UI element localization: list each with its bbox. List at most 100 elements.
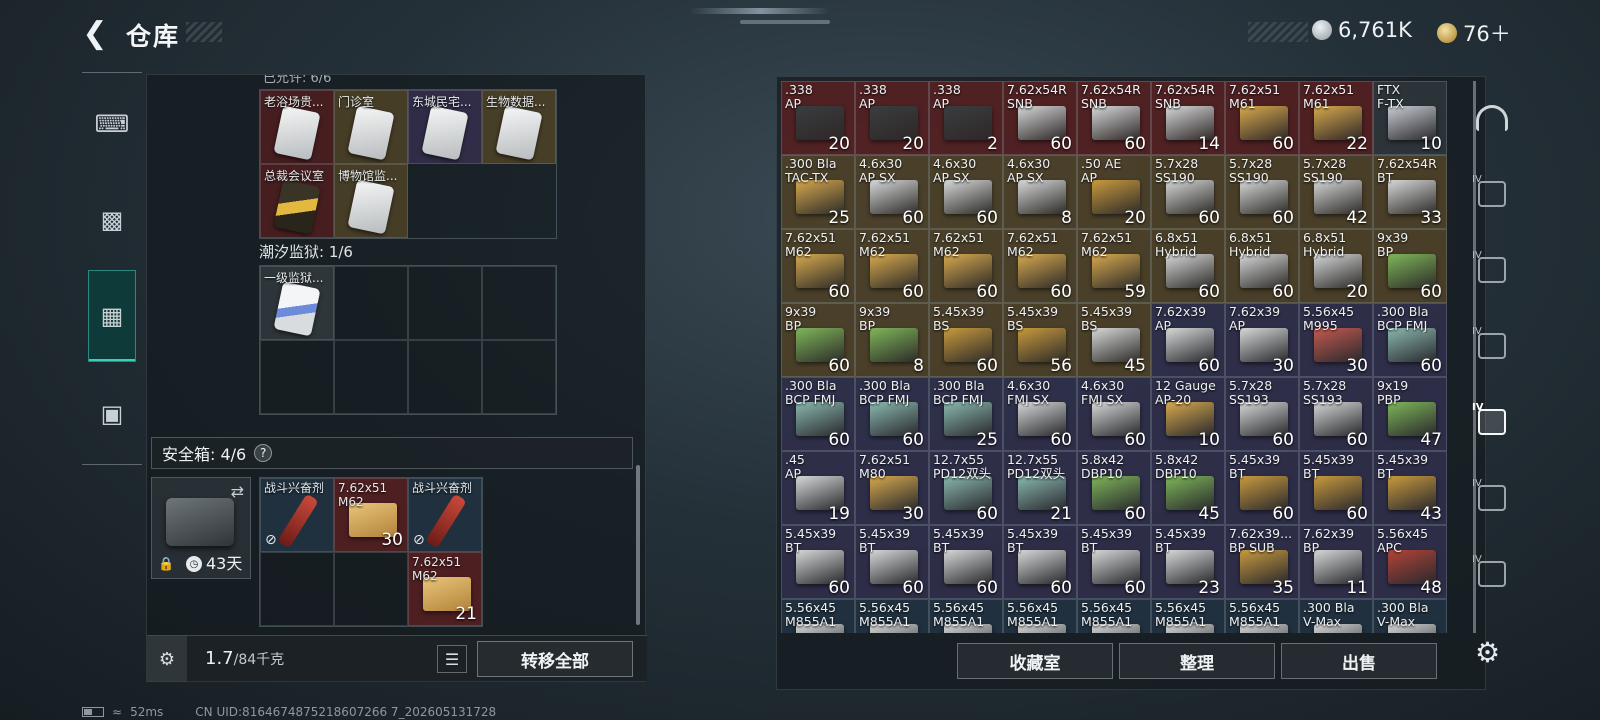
stash-item[interactable]: 4.6x30 FMJ SX 60 <box>1077 377 1151 451</box>
stash-item[interactable]: 5.7x28 SS193 60 <box>1225 377 1299 451</box>
stash-item[interactable]: 5.45x39 BS 60 <box>929 303 1003 377</box>
stash-item[interactable]: .338 AP 20 <box>781 81 855 155</box>
empty-slot[interactable] <box>334 266 408 340</box>
gold-currency[interactable]: 76＋ <box>1437 18 1511 48</box>
stash-item[interactable]: 6.8x51 Hybrid 60 <box>1151 229 1225 303</box>
stash-item[interactable]: 5.45x39 BT 60 <box>1003 525 1077 599</box>
stash-item[interactable]: 5.7x28 SS190 60 <box>1151 155 1225 229</box>
stash-item[interactable]: 5.56x45 M855A1 <box>1077 599 1151 633</box>
nav-briefcase-icon[interactable]: ▣ <box>88 390 136 438</box>
list-icon[interactable]: ☰ <box>437 645 467 673</box>
stash-item[interactable]: 7.62x51 M80 30 <box>855 451 929 525</box>
stash-item[interactable]: 4.6x30 AP SX 8 <box>1003 155 1077 229</box>
safe-item[interactable]: 7.62x51 M62 21 <box>408 552 482 626</box>
safe-box-item[interactable]: ⇄ 🔒 ◷ 43天 <box>151 477 251 579</box>
stash-item[interactable]: 7.62x39 AP 30 <box>1225 303 1299 377</box>
safe-item[interactable]: ⊘ 战斗兴奋剂 <box>408 478 482 552</box>
stash-item[interactable]: 7.62x51 M62 60 <box>929 229 1003 303</box>
stash-item[interactable]: .50 AE AP 20 <box>1077 155 1151 229</box>
stash-item[interactable]: 5.45x39 BT 60 <box>929 525 1003 599</box>
stash-tab[interactable]: IV <box>1462 392 1522 452</box>
stash-item[interactable]: 9x39 BP 60 <box>1373 229 1447 303</box>
scrollbar[interactable] <box>636 465 640 625</box>
stash-item[interactable]: .300 Bla V-Max <box>1373 599 1447 633</box>
keycard-slot[interactable]: 博物馆监... <box>334 164 408 238</box>
stash-item[interactable]: 7.62x51 M62 60 <box>855 229 929 303</box>
empty-slot[interactable] <box>260 552 334 626</box>
stash-item[interactable]: 7.62x51 M62 60 <box>781 229 855 303</box>
stash-item[interactable]: 12.7x55 PD12双头 60 <box>929 451 1003 525</box>
empty-slot[interactable] <box>334 340 408 414</box>
stash-item[interactable]: 5.56x45 APC 48 <box>1373 525 1447 599</box>
stash-item[interactable]: 4.6x30 FMJ SX 60 <box>1003 377 1077 451</box>
stash-item[interactable]: 5.56x45 M855A1 <box>1151 599 1225 633</box>
nav-container-icon[interactable]: ▦ <box>88 270 136 362</box>
stash-item[interactable]: 7.62x54R SNB 60 <box>1003 81 1077 155</box>
back-arrow-icon[interactable]: ❮ <box>80 16 110 51</box>
stash-item[interactable]: 6.8x51 Hybrid 60 <box>1225 229 1299 303</box>
stash-item[interactable]: 5.56x45 M855A1 <box>929 599 1003 633</box>
nav-gun-icon[interactable]: ⌨ <box>88 100 136 148</box>
stash-item[interactable]: 5.45x39 BT 60 <box>1299 451 1373 525</box>
keycard-slot[interactable]: 生物数据... <box>482 90 556 164</box>
stash-item[interactable]: 7.62x51 M61 22 <box>1299 81 1373 155</box>
help-icon[interactable]: ? <box>254 444 273 462</box>
stash-item[interactable]: .300 Bla BCP FMJ 60 <box>1373 303 1447 377</box>
stash-tab[interactable]: IV <box>1462 164 1522 224</box>
stash-item[interactable]: 12.7x55 PD12双头 21 <box>1003 451 1077 525</box>
stash-item[interactable]: 5.56x45 M855A1 <box>1225 599 1299 633</box>
collection-button[interactable]: 收藏室 <box>957 643 1113 679</box>
empty-slot[interactable] <box>408 266 482 340</box>
stash-item[interactable]: 7.62x54R BT 33 <box>1373 155 1447 229</box>
stash-item[interactable]: 9x39 BP 8 <box>855 303 929 377</box>
stash-item[interactable]: 9x39 BP 60 <box>781 303 855 377</box>
stash-item[interactable]: 5.8x42 DBP10 60 <box>1077 451 1151 525</box>
stash-item[interactable]: 4.6x30 AP SX 60 <box>855 155 929 229</box>
stash-item[interactable]: 5.45x39 BT 23 <box>1151 525 1225 599</box>
stash-item[interactable]: 7.62x39 AP 60 <box>1151 303 1225 377</box>
stash-item[interactable]: .338 AP 20 <box>855 81 929 155</box>
transfer-all-button[interactable]: 转移全部 <box>477 641 633 677</box>
safe-item[interactable]: 7.62x51 M62 30 <box>334 478 408 552</box>
empty-slot[interactable] <box>408 340 482 414</box>
stash-item[interactable]: 5.7x28 SS190 60 <box>1225 155 1299 229</box>
empty-slot[interactable] <box>482 266 556 340</box>
stash-item[interactable]: 7.62x39 BP 11 <box>1299 525 1373 599</box>
settings-gear-icon[interactable]: ⚙ <box>1475 636 1500 669</box>
nav-backpack-icon[interactable]: ▩ <box>88 196 136 244</box>
stash-item[interactable]: 5.8x42 DBP10 45 <box>1151 451 1225 525</box>
empty-slot[interactable] <box>482 340 556 414</box>
stash-item[interactable]: 5.45x39 BS 45 <box>1077 303 1151 377</box>
stash-item[interactable]: 12 Gauge AP-20 10 <box>1151 377 1225 451</box>
stash-item[interactable]: 5.45x39 BT 60 <box>855 525 929 599</box>
keycard-slot[interactable]: 老浴场贵... <box>260 90 334 164</box>
stash-item[interactable]: 7.62x54R SNB 14 <box>1151 81 1225 155</box>
stash-tab[interactable]: IV <box>1462 468 1522 528</box>
stash-item[interactable]: 5.7x28 SS190 42 <box>1299 155 1373 229</box>
stash-item[interactable]: .338 AP 2 <box>929 81 1003 155</box>
stash-item[interactable]: 4.6x30 AP SX 60 <box>929 155 1003 229</box>
stash-item[interactable]: 5.45x39 BT 43 <box>1373 451 1447 525</box>
silver-currency[interactable]: 6,761K <box>1312 18 1412 42</box>
swap-icon[interactable]: ⇄ <box>231 482 244 501</box>
stash-item[interactable]: 6.8x51 Hybrid 20 <box>1299 229 1373 303</box>
stash-item[interactable]: 9x19 PBP 47 <box>1373 377 1447 451</box>
stash-item[interactable]: .300 Bla BCP FMJ 25 <box>929 377 1003 451</box>
organize-button[interactable]: 整理 <box>1119 643 1275 679</box>
stash-item[interactable]: .45 AP 19 <box>781 451 855 525</box>
stash-item[interactable]: .300 Bla TAC-TX 25 <box>781 155 855 229</box>
keycard-slot[interactable]: 一级监狱... <box>260 266 334 340</box>
stash-item[interactable]: 7.62x54R SNB 60 <box>1077 81 1151 155</box>
stash-item[interactable]: 5.45x39 BT 60 <box>1077 525 1151 599</box>
stash-item[interactable]: 5.56x45 M855A1 <box>1003 599 1077 633</box>
stash-tab[interactable]: IV <box>1462 316 1522 376</box>
safe-item[interactable]: ⊘ 战斗兴奋剂 <box>260 478 334 552</box>
stash-item[interactable]: 7.62x51 M61 60 <box>1225 81 1299 155</box>
stash-item[interactable]: 5.56x45 M995 30 <box>1299 303 1373 377</box>
sell-button[interactable]: 出售 <box>1281 643 1437 679</box>
empty-slot[interactable] <box>260 340 334 414</box>
stash-item[interactable]: 5.56x45 M855A1 <box>781 599 855 633</box>
stash-item[interactable]: 5.45x39 BS 56 <box>1003 303 1077 377</box>
keycard-slot[interactable]: 东城民宅... <box>408 90 482 164</box>
stash-item[interactable]: 7.62x51 M62 60 <box>1003 229 1077 303</box>
